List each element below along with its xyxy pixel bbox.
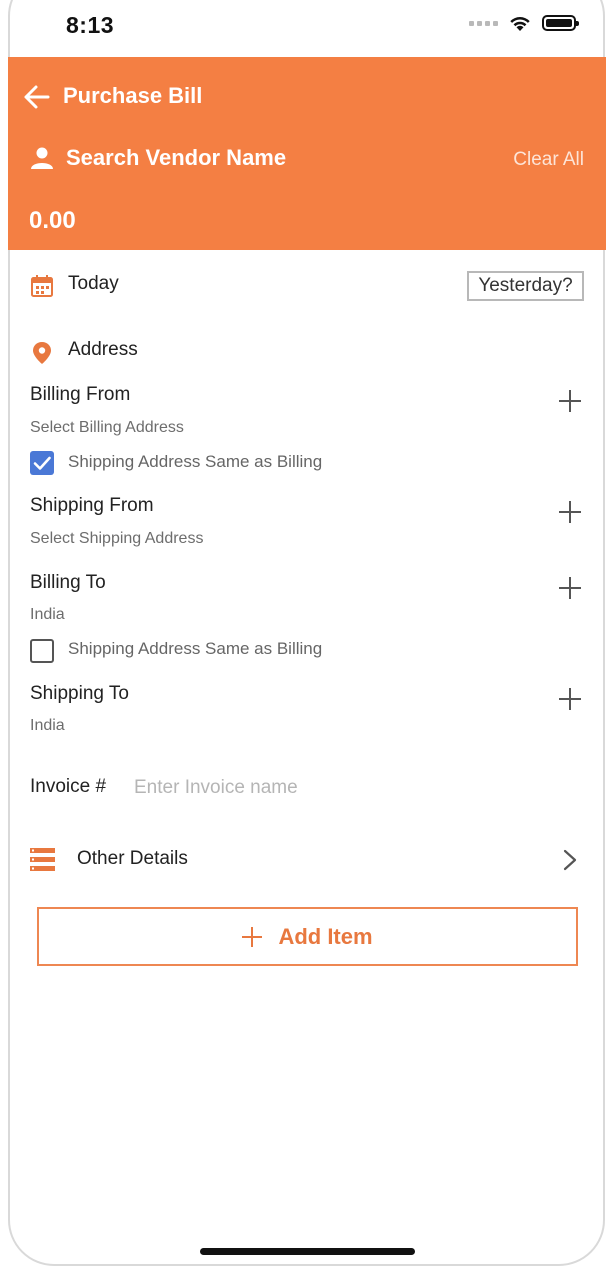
invoice-label: Invoice # bbox=[30, 776, 107, 797]
wifi-icon bbox=[510, 17, 530, 31]
shipping-to-label: Shipping To bbox=[30, 683, 129, 704]
yesterday-button[interactable]: Yesterday? bbox=[467, 271, 584, 301]
billing-from-value[interactable]: Select Billing Address bbox=[30, 419, 184, 437]
chevron-right-icon[interactable] bbox=[562, 849, 578, 871]
billing-from-label: Billing From bbox=[30, 384, 131, 405]
add-billing-from-icon[interactable] bbox=[558, 389, 582, 413]
battery-icon bbox=[542, 15, 579, 31]
list-icon[interactable] bbox=[30, 848, 55, 871]
total-amount: 0.00 bbox=[29, 207, 76, 234]
calendar-icon bbox=[31, 275, 53, 297]
billing-to-same-label: Shipping Address Same as Billing bbox=[68, 639, 323, 658]
add-billing-to-icon[interactable] bbox=[558, 576, 582, 600]
invoice-input[interactable] bbox=[134, 773, 454, 803]
back-arrow-icon[interactable] bbox=[22, 84, 50, 110]
page-title: Purchase Bill bbox=[63, 83, 203, 108]
billing-from-same-label: Shipping Address Same as Billing bbox=[68, 452, 323, 471]
checkmark-icon bbox=[33, 456, 51, 470]
address-section-title: Address bbox=[68, 339, 138, 360]
billing-from-same-checkbox[interactable] bbox=[30, 451, 54, 475]
billing-to-label: Billing To bbox=[30, 572, 106, 593]
vendor-search-field[interactable]: Search Vendor Name bbox=[66, 145, 286, 171]
app-header: Purchase Bill Search Vendor Name Clear A… bbox=[8, 57, 606, 250]
shipping-to-value[interactable]: India bbox=[30, 717, 65, 735]
home-indicator[interactable] bbox=[200, 1248, 415, 1255]
date-label[interactable]: Today bbox=[68, 273, 119, 295]
person-icon bbox=[31, 147, 53, 169]
add-item-button[interactable]: Add Item bbox=[37, 907, 578, 966]
add-shipping-from-icon[interactable] bbox=[558, 500, 582, 524]
add-shipping-to-icon[interactable] bbox=[558, 687, 582, 711]
signal-icon bbox=[469, 20, 498, 26]
location-pin-icon bbox=[33, 342, 51, 364]
status-icons bbox=[469, 14, 579, 32]
billing-to-value[interactable]: India bbox=[30, 606, 65, 624]
status-bar: 8:13 bbox=[0, 0, 614, 56]
billing-to-same-checkbox[interactable] bbox=[30, 639, 54, 663]
plus-icon bbox=[242, 926, 263, 947]
shipping-from-label: Shipping From bbox=[30, 495, 154, 516]
clear-all-button[interactable]: Clear All bbox=[513, 149, 584, 171]
shipping-from-value[interactable]: Select Shipping Address bbox=[30, 530, 203, 548]
status-time: 8:13 bbox=[66, 12, 115, 38]
add-item-label: Add Item bbox=[278, 923, 373, 949]
other-details-label[interactable]: Other Details bbox=[77, 848, 188, 870]
